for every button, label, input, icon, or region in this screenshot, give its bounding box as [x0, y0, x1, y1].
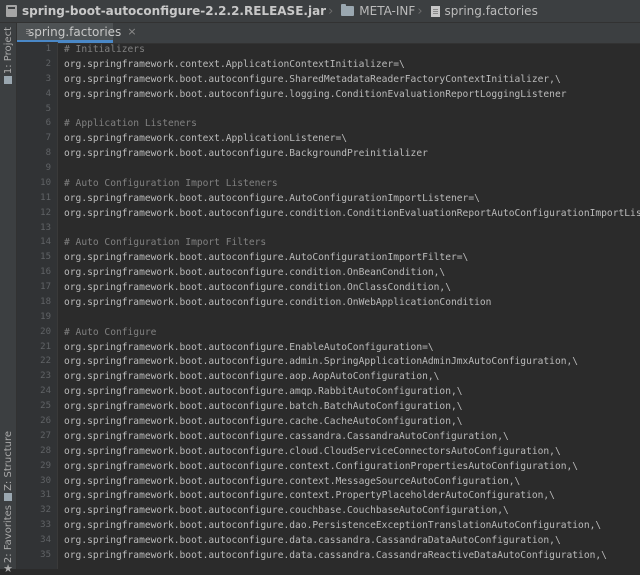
- code-line[interactable]: org.springframework.boot.autoconfigure.c…: [58, 280, 640, 295]
- line-number: 26: [40, 416, 51, 426]
- comment-line[interactable]: # Auto Configuration Import Filters: [58, 235, 640, 250]
- line-number: 20: [40, 326, 51, 337]
- line-number: 34: [40, 535, 51, 546]
- favorites-tool-button[interactable]: 2: Favorites ★: [0, 505, 16, 574]
- code-line[interactable]: org.springframework.boot.autoconfigure.a…: [58, 369, 640, 384]
- breadcrumb-folder-label: META-INF: [359, 4, 416, 18]
- breadcrumb-file-label: spring.factories: [444, 4, 538, 18]
- favorites-tool-label: 2: Favorites: [2, 505, 14, 564]
- line-number: 5: [45, 103, 51, 114]
- project-tool-label: 1: Project: [2, 27, 14, 75]
- code-line[interactable]: org.springframework.boot.autoconfigure.c…: [58, 265, 640, 280]
- line-number: 4: [45, 88, 51, 99]
- line-number: 16: [40, 267, 51, 278]
- line-number: 3: [45, 73, 51, 84]
- code-line[interactable]: org.springframework.boot.autoconfigure.S…: [58, 72, 640, 87]
- comment-line[interactable]: # Auto Configure: [58, 325, 640, 340]
- line-number: 30: [40, 475, 51, 486]
- left-tool-window-bar: 1: Project Z: Structure 2: Favorites ★: [0, 23, 17, 574]
- breadcrumb-jar-label: spring-boot-autoconfigure-2.2.2.RELEASE.…: [22, 4, 327, 18]
- code-line[interactable]: org.springframework.boot.autoconfigure.c…: [58, 429, 640, 444]
- code-line[interactable]: org.springframework.boot.autoconfigure.b…: [58, 399, 640, 414]
- line-number: 2: [45, 58, 51, 69]
- line-number: 13: [40, 222, 51, 233]
- line-number: 29: [40, 460, 51, 471]
- editor-tab-bar: spring.factories ×: [17, 23, 640, 44]
- line-number: 28: [40, 445, 51, 456]
- breadcrumb-chevron-icon: ›: [328, 3, 334, 19]
- line-number: 21: [40, 341, 51, 352]
- line-number: 24: [40, 386, 51, 397]
- code-line[interactable]: org.springframework.boot.autoconfigure.d…: [58, 518, 640, 533]
- line-number: 27: [40, 430, 51, 441]
- code-line[interactable]: org.springframework.boot.autoconfigure.d…: [58, 548, 640, 563]
- line-number: 23: [40, 371, 51, 382]
- breadcrumb-item-file[interactable]: spring.factories: [425, 4, 538, 18]
- line-number: 17: [40, 282, 51, 293]
- code-line[interactable]: org.springframework.boot.autoconfigure.c…: [58, 414, 640, 429]
- line-number: 9: [45, 163, 51, 174]
- line-number: 15: [40, 252, 51, 263]
- code-line[interactable]: org.springframework.boot.autoconfigure.B…: [58, 146, 640, 161]
- line-number: 19: [40, 311, 51, 322]
- tab-spring-factories[interactable]: spring.factories ×: [17, 23, 137, 43]
- line-number: 7: [45, 133, 51, 144]
- folder-icon: [341, 4, 355, 16]
- code-line[interactable]: [58, 310, 640, 325]
- code-line[interactable]: org.springframework.context.ApplicationC…: [58, 57, 640, 72]
- code-line[interactable]: [58, 221, 640, 236]
- line-number: 31: [40, 490, 51, 501]
- code-line[interactable]: org.springframework.context.ApplicationL…: [58, 131, 640, 146]
- line-number: 8: [45, 148, 51, 159]
- structure-tool-button[interactable]: Z: Structure: [0, 431, 16, 503]
- line-number: 33: [40, 520, 51, 531]
- code-line[interactable]: org.springframework.boot.autoconfigure.a…: [58, 384, 640, 399]
- tab-label: spring.factories: [28, 24, 122, 39]
- code-line[interactable]: org.springframework.boot.autoconfigure.c…: [58, 488, 640, 503]
- line-number: 32: [40, 505, 51, 516]
- line-number: 22: [40, 356, 51, 367]
- breadcrumb: spring-boot-autoconfigure-2.2.2.RELEASE.…: [0, 0, 640, 23]
- code-line[interactable]: org.springframework.boot.autoconfigure.c…: [58, 444, 640, 459]
- comment-line[interactable]: # Application Listeners: [58, 116, 640, 131]
- line-number: 14: [40, 237, 51, 248]
- code-line[interactable]: org.springframework.boot.autoconfigure.A…: [58, 191, 640, 206]
- breadcrumb-item-folder[interactable]: META-INF: [335, 4, 415, 18]
- line-number: 35: [40, 549, 51, 560]
- close-icon[interactable]: ×: [127, 25, 136, 38]
- code-line[interactable]: org.springframework.boot.autoconfigure.l…: [58, 87, 640, 102]
- code-line[interactable]: org.springframework.boot.autoconfigure.c…: [58, 206, 640, 221]
- breadcrumb-chevron-icon: ›: [417, 3, 423, 19]
- jar-archive-icon: [6, 5, 17, 17]
- code-line[interactable]: org.springframework.boot.autoconfigure.c…: [58, 295, 640, 310]
- structure-icon: [4, 492, 12, 501]
- text-file-icon: [430, 5, 440, 17]
- code-line[interactable]: org.springframework.boot.autoconfigure.A…: [58, 250, 640, 265]
- line-number: 12: [40, 207, 51, 218]
- structure-tool-label: Z: Structure: [2, 431, 14, 491]
- line-number: 25: [40, 401, 51, 412]
- code-line[interactable]: org.springframework.boot.autoconfigure.c…: [58, 474, 640, 489]
- code-line[interactable]: org.springframework.boot.autoconfigure.a…: [58, 354, 640, 369]
- code-line[interactable]: [58, 161, 640, 176]
- comment-line[interactable]: # Initializers: [58, 42, 640, 57]
- code-line[interactable]: [58, 102, 640, 117]
- line-number: 18: [40, 296, 51, 307]
- code-line[interactable]: org.springframework.boot.autoconfigure.E…: [58, 340, 640, 355]
- comment-line[interactable]: # Auto Configuration Import Listeners: [58, 176, 640, 191]
- line-number: 10: [40, 177, 51, 188]
- code-line[interactable]: org.springframework.boot.autoconfigure.d…: [58, 533, 640, 548]
- code-line[interactable]: org.springframework.boot.autoconfigure.c…: [58, 503, 640, 518]
- line-number: 1: [45, 44, 51, 54]
- project-tool-button[interactable]: 1: Project: [0, 27, 16, 86]
- project-folder-icon: [4, 76, 12, 85]
- line-number: 11: [40, 192, 51, 203]
- line-number: 6: [45, 118, 51, 129]
- breadcrumb-item-jar[interactable]: spring-boot-autoconfigure-2.2.2.RELEASE.…: [0, 4, 326, 18]
- code-line[interactable]: org.springframework.boot.autoconfigure.c…: [58, 459, 640, 474]
